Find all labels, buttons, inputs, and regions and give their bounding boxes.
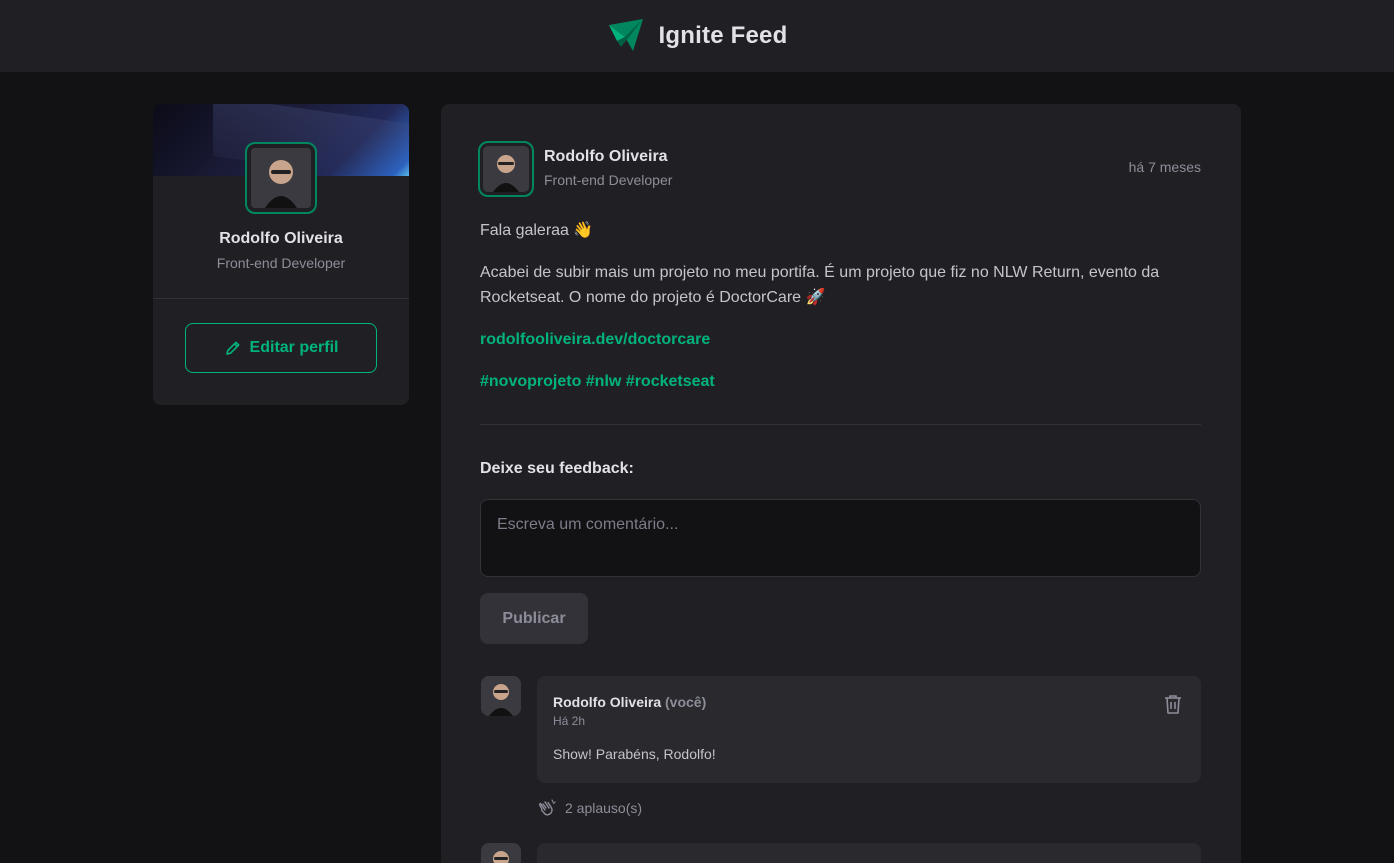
comment-textarea[interactable]: Escreva um comentário... (480, 499, 1201, 577)
post-content: Fala galeraa 👋 Acabei de subir mais um p… (480, 218, 1200, 411)
comment-author-name: Rodolfo Oliveira (553, 694, 662, 710)
comment-author: Rodolfo Oliveira (você) (553, 694, 706, 710)
feedback-label: Deixe seu feedback: (480, 460, 634, 477)
divider (153, 298, 409, 299)
applause-button[interactable]: 2 aplauso(s) (537, 798, 642, 818)
post-link[interactable]: rodolfooliveira.dev/doctorcare (480, 331, 710, 348)
post-hashtags[interactable]: #novoprojeto #nlw #rocketseat (480, 373, 715, 390)
post-paragraph: Fala galeraa 👋 (480, 222, 594, 239)
pencil-icon (225, 341, 240, 355)
profile-sidebar: Rodolfo Oliveira Front-end Developer Edi… (153, 104, 409, 405)
comment-timestamp: Há 2h (553, 714, 586, 728)
applause-count: 2 aplauso(s) (565, 800, 643, 816)
clapping-hands-icon (539, 799, 556, 816)
post-timestamp: há 7 meses (1128, 159, 1201, 175)
person-icon (481, 843, 521, 863)
comment-box: Rodolfo Oliveira (você) Há 2h Show! Para… (537, 676, 1201, 783)
avatar (245, 142, 317, 214)
person-icon (481, 676, 521, 716)
app-title: Ignite Feed (658, 22, 788, 49)
profile-role: Front-end Developer (216, 255, 346, 271)
comment-avatar[interactable] (481, 843, 521, 863)
comment-avatar[interactable] (481, 676, 521, 716)
comment-you-tag: (você) (665, 694, 707, 710)
edit-profile-label: Editar perfil (249, 339, 339, 356)
comment-box (537, 843, 1201, 863)
post-paragraph: Acabei de subir mais um projeto no meu p… (480, 264, 1160, 306)
profile-name: Rodolfo Oliveira (219, 230, 343, 247)
post-card: Rodolfo Oliveira Front-end Developer há … (441, 104, 1241, 863)
post-author-role: Front-end Developer (544, 172, 673, 188)
paper-plane-icon (608, 19, 643, 51)
app-header: Ignite Feed (0, 0, 1394, 72)
trash-icon[interactable] (1161, 692, 1185, 716)
post-author-name: Rodolfo Oliveira (544, 148, 668, 165)
avatar[interactable] (478, 141, 534, 197)
divider (480, 424, 1201, 425)
edit-profile-button[interactable]: Editar perfil (185, 323, 377, 373)
publish-button[interactable]: Publicar (480, 593, 588, 644)
person-icon (251, 148, 311, 208)
person-icon (483, 146, 529, 192)
comment-text: Show! Parabéns, Rodolfo! (553, 746, 716, 762)
